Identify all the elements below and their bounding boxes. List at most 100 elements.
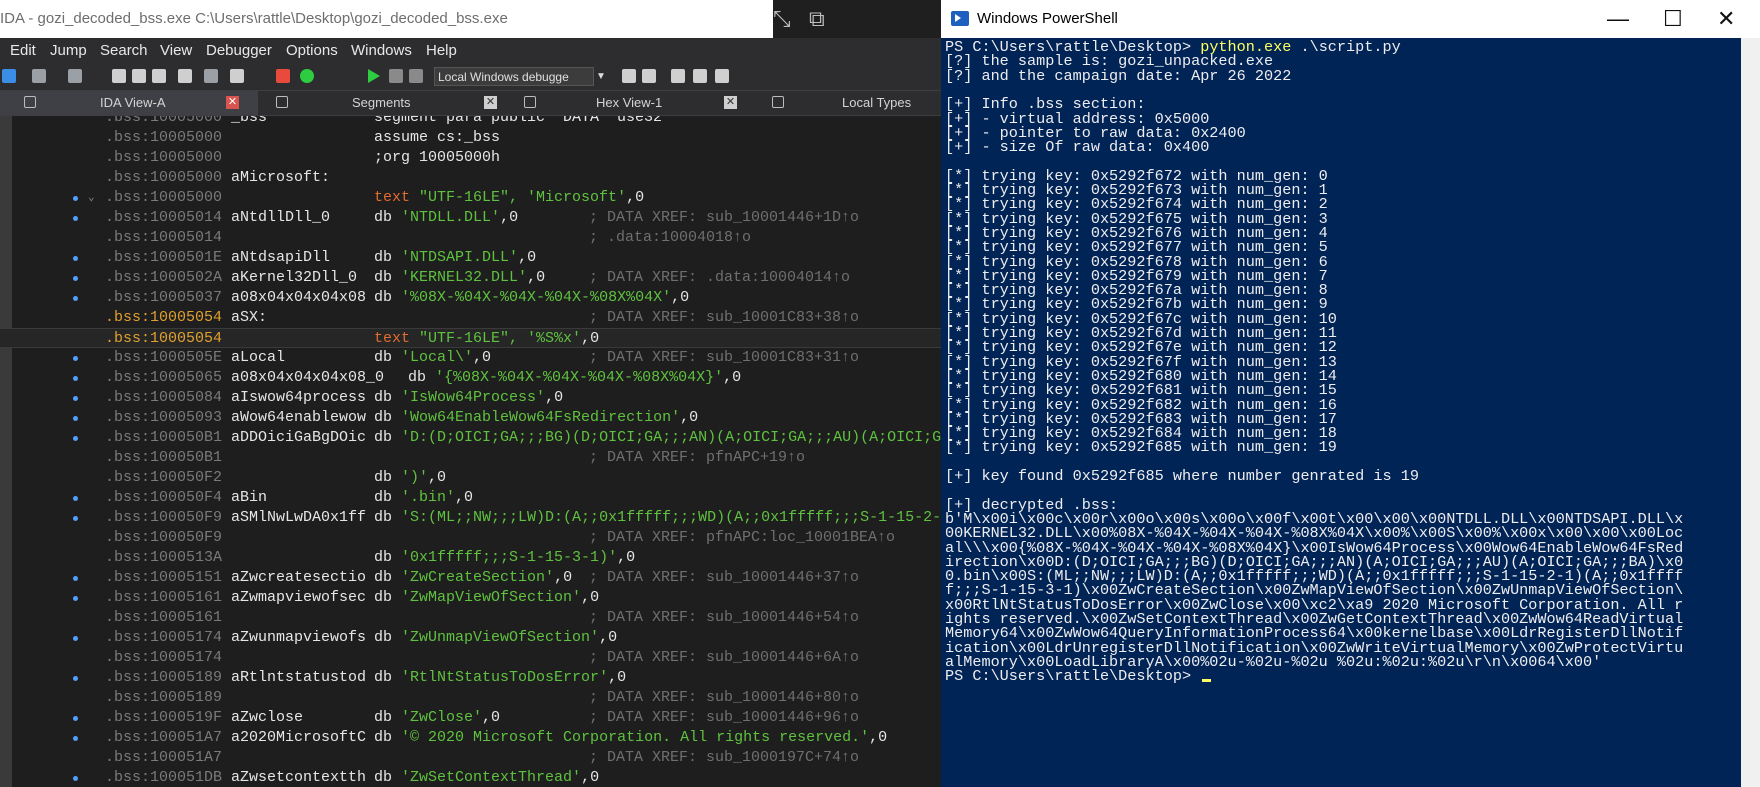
disasm-row[interactable]: .bss:10005054 text "UTF-16LE", '%S%x',0: [0, 328, 941, 348]
disasm-row[interactable]: .bss:10005189 ; DATA XREF: sub_10001446+8…: [0, 688, 941, 708]
minimize-icon[interactable]: —: [1607, 0, 1629, 38]
row-comment[interactable]: ; DATA XREF: sub_10001446+80↑o: [589, 688, 859, 708]
text-icon[interactable]: [230, 69, 244, 83]
stop-icon[interactable]: [409, 69, 423, 83]
refresh-icon[interactable]: [642, 69, 656, 83]
disasm-row[interactable]: .bss:10005014 ; .data:10004018↑o: [0, 228, 941, 248]
row-label[interactable]: aKernel32Dll_0: [231, 268, 357, 288]
disassembly-view[interactable]: .bss:10005000 _bss segment para public 'DA…: [0, 116, 941, 787]
row-label[interactable]: aRtlntstatustod: [231, 668, 366, 688]
tab-segments[interactable]: Segments ✕: [262, 91, 512, 115]
debug-icon[interactable]: [300, 69, 314, 83]
disasm-row[interactable]: .bss:10005000 _bss segment para public 'DA…: [0, 116, 941, 128]
disasm-row[interactable]: .bss:10005174 aZwunmapviewofs db 'ZwUnmapV…: [0, 628, 941, 648]
disasm-row[interactable]: .bss:10005014 aNtdllDll_0 db 'NTDLL.DLL',0…: [0, 208, 941, 228]
row-label[interactable]: aWow64enablewow: [231, 408, 366, 428]
row-label[interactable]: aZwsetcontextth: [231, 768, 366, 787]
disasm-row[interactable]: .bss:10005000 aMicrosoft:: [0, 168, 941, 188]
disasm-row[interactable]: .bss:10005189 aRtlntstatustod db 'RtlNtSta…: [0, 668, 941, 688]
save-icon[interactable]: [2, 69, 16, 83]
menu-windows[interactable]: Windows: [351, 42, 412, 59]
close-icon[interactable]: ✕: [724, 96, 737, 109]
menu-options[interactable]: Options: [286, 42, 338, 59]
row-label[interactable]: aSMlNwLwDA0x1ff: [231, 508, 366, 528]
row-label[interactable]: a08x04x04x04x08: [231, 288, 366, 308]
disasm-row[interactable]: .bss:100050F4 aBin db '.bin',0: [0, 488, 941, 508]
debugger-select[interactable]: Local Windows debugge: [434, 67, 594, 86]
disasm-row[interactable]: .bss:10005065 a08x04x04x04x08_0 db '{%08X…: [0, 368, 941, 388]
disasm-row[interactable]: .bss:10005037 a08x04x04x04x08 db '%08X-%04…: [0, 288, 941, 308]
row-label[interactable]: aZwclose: [231, 708, 303, 728]
row-label[interactable]: aNtdsapiDll: [231, 248, 330, 268]
list-icon[interactable]: [671, 69, 685, 83]
disasm-row[interactable]: .bss:10005161 aZwmapviewofsec db 'ZwMapVie…: [0, 588, 941, 608]
disasm-row[interactable]: .bss:10005174 ; DATA XREF: sub_10001446+6…: [0, 648, 941, 668]
disasm-row[interactable]: .bss:1000519F aZwclose db 'ZwClose',0 ; DAT…: [0, 708, 941, 728]
chevron-down-icon[interactable]: ▼: [594, 67, 608, 86]
row-comment[interactable]: ; DATA XREF: sub_10001446+1D↑o: [589, 208, 859, 228]
disasm-row[interactable]: .bss:100050F9 ; DATA XREF: pfnAPC:loc_100…: [0, 528, 941, 548]
menu-edit[interactable]: Edit: [10, 42, 36, 59]
maximize-icon[interactable]: ☐: [1663, 0, 1683, 38]
breakpoint-icon[interactable]: [276, 69, 290, 83]
pause-icon[interactable]: [389, 69, 403, 83]
row-label[interactable]: aNtdllDll_0: [231, 208, 330, 228]
outdent-icon[interactable]: [715, 69, 729, 83]
open-icon[interactable]: [112, 69, 126, 83]
disasm-row[interactable]: .bss:1000513A db '0x1fffff;;;S-1-15-3-1)'…: [0, 548, 941, 568]
row-label[interactable]: aMicrosoft:: [231, 168, 330, 188]
close-icon[interactable]: ✕: [1717, 0, 1735, 38]
back-icon[interactable]: [32, 69, 46, 83]
fold-icon[interactable]: ⌄: [88, 188, 95, 208]
disasm-row[interactable]: .bss:10005093 aWow64enablewow db 'Wow64Ena…: [0, 408, 941, 428]
row-label[interactable]: aSX:: [231, 308, 267, 328]
disasm-row[interactable]: .bss:10005054 aSX: ; DATA XREF: sub_10001C…: [0, 308, 941, 328]
row-label[interactable]: aLocal: [231, 348, 285, 368]
row-comment[interactable]: ; DATA XREF: sub_10001C83+31↑o: [589, 348, 859, 368]
row-comment[interactable]: ; DATA XREF: sub_10001C83+38↑o: [589, 308, 859, 328]
disasm-row[interactable]: ⌄ .bss:10005000 text "UTF-16LE", 'Microsof…: [0, 188, 941, 208]
close-icon[interactable]: ✕: [484, 96, 497, 109]
menu-help[interactable]: Help: [426, 42, 457, 59]
tab-ida-view-a[interactable]: IDA View-A ✕: [0, 91, 258, 115]
row-label[interactable]: _bss: [231, 116, 267, 128]
row-comment[interactable]: ; DATA XREF: sub_10001446+96↑o: [589, 708, 859, 728]
row-comment[interactable]: ; DATA XREF: sub_10001446+54↑o: [589, 608, 859, 628]
collapse-icon[interactable]: ⤡: [773, 0, 791, 38]
row-label[interactable]: aBin: [231, 488, 267, 508]
menu-view[interactable]: View: [160, 42, 192, 59]
data-icon[interactable]: [152, 69, 166, 83]
jump-icon[interactable]: [204, 69, 218, 83]
powershell-scrollbar[interactable]: [1741, 38, 1760, 787]
code-icon[interactable]: [132, 69, 146, 83]
row-comment[interactable]: ; DATA XREF: sub_1000197C+74↑o: [589, 748, 859, 768]
close-icon[interactable]: ✕: [226, 96, 239, 109]
tab-hex-view-1[interactable]: Hex View-1 ✕: [516, 91, 771, 115]
row-label[interactable]: aDDOiciGaBgDOic: [231, 428, 366, 448]
row-comment[interactable]: ; .data:10004018↑o: [589, 228, 751, 248]
disasm-row[interactable]: .bss:10005000 ;org 10005000h: [0, 148, 941, 168]
attach-icon[interactable]: [622, 69, 636, 83]
powershell-console[interactable]: PS C:\Users\rattle\Desktop> python.exe .…: [941, 38, 1741, 787]
disasm-row[interactable]: .bss:10005151 aZwcreatesectio db 'ZwCreate…: [0, 568, 941, 588]
row-comment[interactable]: ; DATA XREF: pfnAPC+19↑o: [589, 448, 805, 468]
row-label[interactable]: a08x04x04x04x08_0: [231, 368, 384, 388]
indent-icon[interactable]: [693, 69, 707, 83]
row-comment[interactable]: ; DATA XREF: pfnAPC:loc_10001BEA↑o: [589, 528, 895, 548]
disasm-row[interactable]: .bss:100051DB aZwsetcontextth db 'ZwSetCon…: [0, 768, 941, 787]
row-label[interactable]: aZwcreatesectio: [231, 568, 366, 588]
row-comment[interactable]: ; DATA XREF: sub_10001446+37↑o: [589, 568, 859, 588]
disasm-row[interactable]: .bss:1000505E aLocal db 'Local\',0 ; DATA X…: [0, 348, 941, 368]
menu-search[interactable]: Search: [100, 42, 148, 59]
start-debugger-icon[interactable]: [368, 69, 380, 83]
disasm-row[interactable]: .bss:100051A7 ; DATA XREF: sub_1000197C+7…: [0, 748, 941, 768]
disasm-row[interactable]: .bss:10005000 assume cs:_bss: [0, 128, 941, 148]
menu-debugger[interactable]: Debugger: [206, 42, 272, 59]
row-comment[interactable]: ; DATA XREF: sub_10001446+6A↑o: [589, 648, 859, 668]
row-label[interactable]: a2020MicrosoftC: [231, 728, 366, 748]
menu-jump[interactable]: Jump: [50, 42, 87, 59]
row-label[interactable]: aZwunmapviewofs: [231, 628, 366, 648]
disasm-row[interactable]: .bss:100050B1 ; DATA XREF: pfnAPC+19↑o: [0, 448, 941, 468]
disasm-row[interactable]: .bss:10005161 ; DATA XREF: sub_10001446+5…: [0, 608, 941, 628]
disasm-row[interactable]: .bss:100050F9 aSMlNwLwDA0x1ff db 'S:(ML;;N…: [0, 508, 941, 528]
